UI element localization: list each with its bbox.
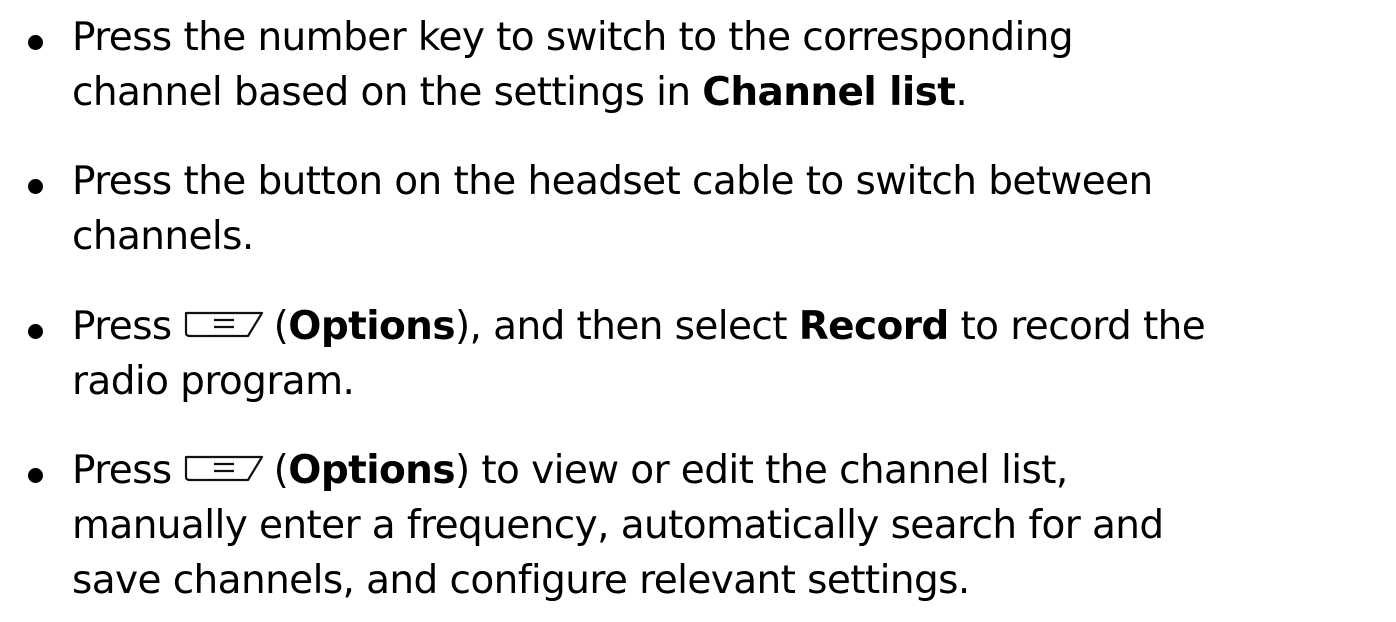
text-segment: Press the number key to switch to the co… <box>72 15 1074 60</box>
text-segment: Press <box>72 304 172 349</box>
text-segment: ), and then select <box>454 304 799 349</box>
text-line: Press the number key to switch to the co… <box>72 10 1394 65</box>
list-item-text: Press (Options), and then select Record t… <box>72 299 1394 409</box>
text-line: manually enter a frequency, automaticall… <box>72 498 1394 553</box>
text-segment: manually enter a frequency, automaticall… <box>72 503 1164 548</box>
text-segment: channel based on the settings in <box>72 70 703 115</box>
text-segment: channels. <box>72 214 254 259</box>
text-line: channel based on the settings in Channel… <box>72 65 1394 120</box>
menu-term-record: Record <box>798 304 950 349</box>
text-line: Press (Options) to view or edit the chann… <box>72 443 1394 498</box>
bullet-icon <box>28 179 43 194</box>
text-segment: radio program. <box>72 359 355 404</box>
bullet-icon <box>28 468 43 483</box>
text-line: channels. <box>72 209 1394 264</box>
text-line: radio program. <box>72 354 1394 409</box>
text-segment: . <box>955 70 968 115</box>
text-segment: to record the <box>948 304 1206 349</box>
bullet-icon <box>28 324 43 339</box>
text-segment: save channels, and configure relevant se… <box>72 558 970 603</box>
left-soft-key-icon <box>184 310 264 338</box>
menu-term-channel-list: Channel list <box>702 70 956 115</box>
bullet-icon <box>28 35 43 50</box>
text-line: Press the button on the headset cable to… <box>72 154 1394 209</box>
list-item-text: Press (Options) to view or edit the chann… <box>72 443 1394 608</box>
menu-term-options: Options <box>288 304 455 349</box>
text-line: Press (Options), and then select Record t… <box>72 299 1394 354</box>
text-line: save channels, and configure relevant se… <box>72 553 1394 608</box>
text-segment: ( <box>273 304 289 349</box>
list-item-text: Press the number key to switch to the co… <box>72 10 1394 120</box>
text-segment: ) to view or edit the channel list, <box>454 448 1068 493</box>
left-soft-key-icon <box>184 454 264 482</box>
list-item-text: Press the button on the headset cable to… <box>72 154 1394 264</box>
menu-term-options: Options <box>288 448 455 493</box>
text-segment: Press the button on the headset cable to… <box>72 159 1153 204</box>
text-segment: ( <box>273 448 289 493</box>
text-segment: Press <box>72 448 172 493</box>
